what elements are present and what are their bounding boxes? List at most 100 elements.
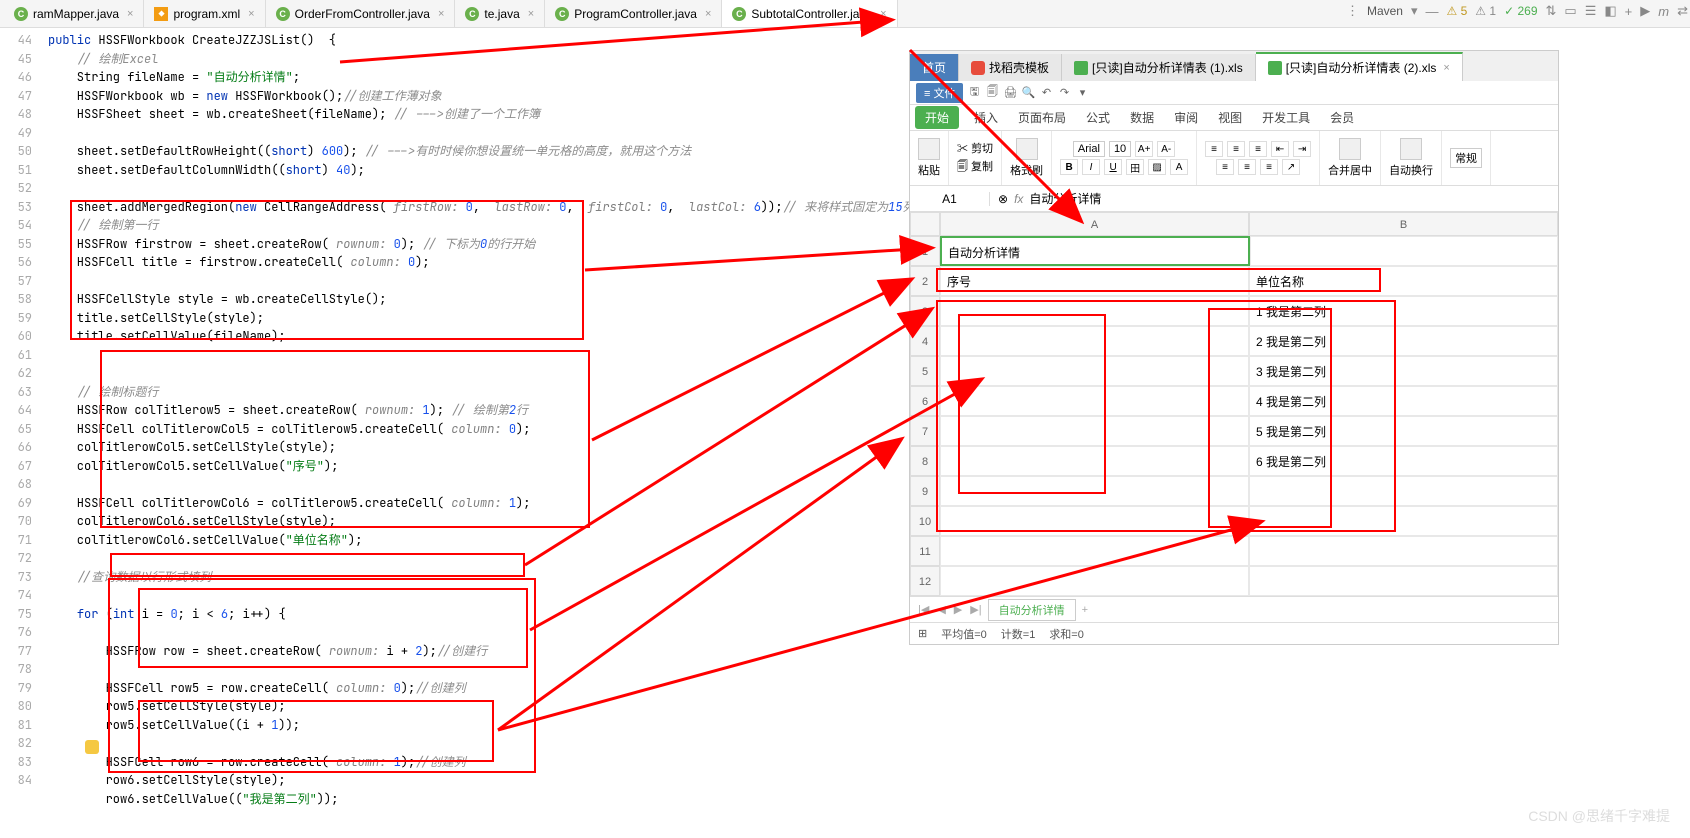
brush-icon[interactable] xyxy=(1016,138,1038,160)
close-icon[interactable]: × xyxy=(1443,62,1449,74)
col-header-a[interactable]: A xyxy=(940,212,1249,236)
ss-tab-template[interactable]: 找稻壳模板 xyxy=(959,54,1062,81)
indent-r[interactable]: ⇥ xyxy=(1293,141,1311,157)
intention-bulb-icon[interactable] xyxy=(85,740,99,754)
cell-reference[interactable]: A1 xyxy=(910,192,990,206)
font-select[interactable]: Arial xyxy=(1073,141,1105,157)
warn-badge[interactable]: ⚠ 1 xyxy=(1475,4,1496,18)
merge-label: 合并居中 xyxy=(1328,162,1372,178)
tab-programctrl[interactable]: CProgramController.java× xyxy=(545,0,722,27)
tab-te[interactable]: Cte.java× xyxy=(455,0,545,27)
font-group: Arial 10 A+ A- B I U 田 ▨ A xyxy=(1052,131,1197,185)
add-sheet-icon[interactable]: + xyxy=(1080,604,1090,616)
inc-font-button[interactable]: A+ xyxy=(1135,141,1153,157)
tab-rammapper[interactable]: CramMapper.java× xyxy=(4,0,144,27)
align-bot[interactable]: ≡ xyxy=(1249,141,1267,157)
ribbon-formula[interactable]: 公式 xyxy=(1076,109,1120,126)
redo-icon[interactable]: ↷ xyxy=(1057,86,1071,100)
run-icon[interactable]: ▶ xyxy=(1640,3,1650,19)
wrap-icon[interactable] xyxy=(1400,138,1422,160)
saveall-icon[interactable]: 🗐 xyxy=(985,86,999,100)
spreadsheet-grid[interactable]: 123456789101112 A B 自动分析详情序号单位名称1 我是第二列2… xyxy=(910,212,1558,596)
paste-icon[interactable] xyxy=(918,138,940,160)
link-icon[interactable]: ⇄ xyxy=(1677,3,1688,19)
close-icon[interactable]: × xyxy=(528,8,534,20)
orient[interactable]: ↗ xyxy=(1282,159,1300,175)
m-icon[interactable]: m xyxy=(1658,4,1669,19)
preview-icon[interactable]: 🔍 xyxy=(1021,86,1035,100)
ribbon-dev[interactable]: 开发工具 xyxy=(1252,109,1320,126)
bold-button[interactable]: B xyxy=(1060,159,1078,175)
ribbon-start[interactable]: 开始 xyxy=(915,106,959,129)
last-sheet-icon[interactable]: ▶| xyxy=(968,603,983,616)
diff-icon[interactable]: ◧ xyxy=(1604,3,1616,19)
fx-icon[interactable]: fx xyxy=(1014,192,1023,206)
ribbon-vip[interactable]: 会员 xyxy=(1320,109,1364,126)
plus-icon[interactable]: + xyxy=(1625,4,1633,19)
ss-tab-file1[interactable]: [只读]自动分析详情表 (1).xls xyxy=(1062,54,1256,81)
close-icon[interactable]: × xyxy=(248,8,254,20)
print-icon[interactable]: 🖨 xyxy=(1003,86,1017,100)
col-header-b[interactable]: B xyxy=(1249,212,1558,236)
ss-tab-home[interactable]: 首页 xyxy=(910,54,959,81)
status-avg: 平均值=0 xyxy=(941,626,987,642)
numberformat-select[interactable]: 常规 xyxy=(1450,148,1482,168)
cut-button[interactable]: ✂ 剪切 xyxy=(957,140,993,156)
paste-group: 粘贴 xyxy=(910,131,949,185)
maven-label[interactable]: Maven xyxy=(1367,4,1403,18)
ribbon-insert[interactable]: 插入 xyxy=(964,109,1008,126)
next-sheet-icon[interactable]: ▶ xyxy=(952,603,964,616)
template-icon xyxy=(971,61,985,75)
tab-orderfrom[interactable]: COrderFromController.java× xyxy=(266,0,456,27)
fx-cancel-icon[interactable]: ⊗ xyxy=(998,192,1008,206)
fontsize-select[interactable]: 10 xyxy=(1109,141,1131,157)
dec-font-button[interactable]: A- xyxy=(1157,141,1175,157)
underline-button[interactable]: U xyxy=(1104,159,1122,175)
select-all-corner[interactable] xyxy=(910,212,940,236)
first-sheet-icon[interactable]: |◀ xyxy=(916,603,931,616)
indent-l[interactable]: ⇤ xyxy=(1271,141,1289,157)
sheet-tab[interactable]: 自动分析详情 xyxy=(988,599,1076,621)
xls-icon xyxy=(1074,61,1088,75)
align-right[interactable]: ≡ xyxy=(1260,159,1278,175)
ss-tab-file2[interactable]: [只读]自动分析详情表 (2).xls × xyxy=(1256,52,1463,81)
close-icon[interactable]: × xyxy=(438,8,444,20)
undo-icon[interactable]: ↶ xyxy=(1039,86,1053,100)
merge-icon[interactable] xyxy=(1339,138,1361,160)
ribbon-review[interactable]: 审阅 xyxy=(1164,109,1208,126)
border-button[interactable]: 田 xyxy=(1126,159,1144,175)
align-top[interactable]: ≡ xyxy=(1205,141,1223,157)
italic-button[interactable]: I xyxy=(1082,159,1100,175)
prev-sheet-icon[interactable]: ◀ xyxy=(935,603,947,616)
align-mid[interactable]: ≡ xyxy=(1227,141,1245,157)
ok-badge[interactable]: ✓ 269 xyxy=(1504,4,1537,18)
more-icon[interactable]: ⋮ xyxy=(1346,3,1359,19)
align-ctr[interactable]: ≡ xyxy=(1238,159,1256,175)
fontcolor-button[interactable]: A xyxy=(1170,159,1188,175)
copy-button[interactable]: 🗐 复制 xyxy=(957,158,993,177)
box-icon[interactable]: ▭ xyxy=(1564,3,1576,19)
dropdown-icon[interactable]: ▾ xyxy=(1411,3,1418,19)
tab-programxml[interactable]: ⬥program.xml× xyxy=(144,0,265,27)
ribbon-view[interactable]: 视图 xyxy=(1208,109,1252,126)
tab-subtotal[interactable]: CSubtotalController.java× xyxy=(722,0,897,27)
file-menu[interactable]: ≡ 文件 xyxy=(916,83,963,103)
formula-bar: A1 ⊗ fx 自动分析详情 xyxy=(910,186,1558,212)
stack-icon[interactable]: ☰ xyxy=(1585,3,1597,19)
grid-body[interactable]: 自动分析详情序号单位名称1 我是第二列2 我是第二列3 我是第二列4 我是第二列… xyxy=(940,236,1558,596)
formula-input[interactable]: 自动分析详情 xyxy=(1029,190,1101,207)
error-badge[interactable]: ⚠ 5 xyxy=(1447,4,1468,18)
minimize-icon[interactable]: — xyxy=(1426,4,1439,19)
dropdown-icon[interactable]: ▾ xyxy=(1075,86,1089,100)
close-icon[interactable]: × xyxy=(705,8,711,20)
ribbon-data[interactable]: 数据 xyxy=(1120,109,1164,126)
fill-button[interactable]: ▨ xyxy=(1148,159,1166,175)
close-icon[interactable]: × xyxy=(880,8,886,20)
save-icon[interactable]: 🖫 xyxy=(967,86,981,100)
wrap-label: 自动换行 xyxy=(1389,162,1433,178)
ribbon-layout[interactable]: 页面布局 xyxy=(1008,109,1076,126)
align-left[interactable]: ≡ xyxy=(1216,159,1234,175)
close-icon[interactable]: × xyxy=(127,8,133,20)
number-group: 常规 xyxy=(1442,131,1491,185)
updown-icon[interactable]: ⇅ xyxy=(1546,3,1557,19)
